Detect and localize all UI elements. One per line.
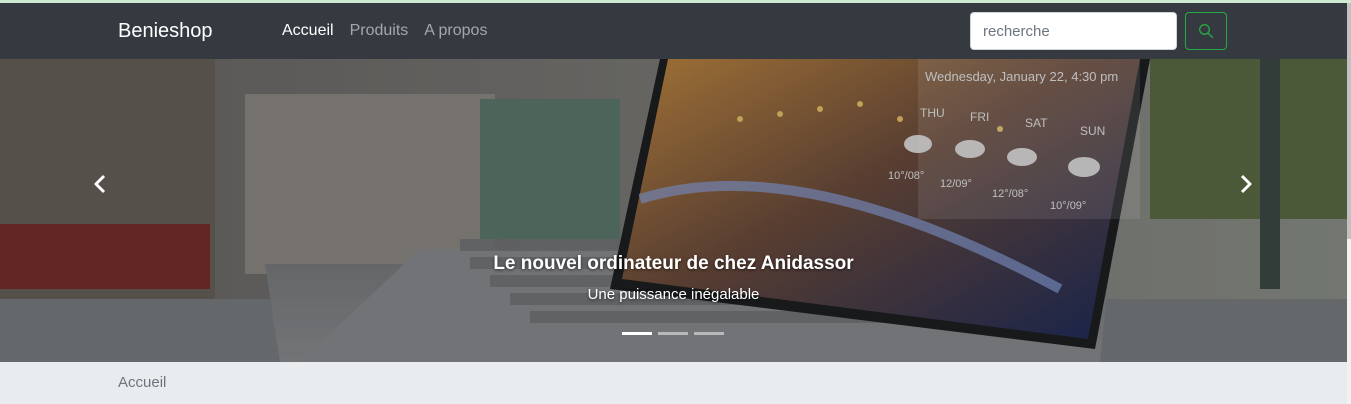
chevron-left-icon <box>94 174 106 194</box>
chevron-right-icon <box>1240 174 1252 194</box>
scrollbar-thumb[interactable] <box>1347 3 1351 239</box>
carousel-indicator-1[interactable] <box>622 332 652 335</box>
carousel-caption-subtitle: Une puissance inégalable <box>587 286 760 303</box>
carousel-slide-image: Wednesday, January 22, 4:30 pm THU FRI S… <box>0 59 1347 362</box>
carousel-indicators <box>622 332 724 335</box>
search-input[interactable] <box>970 12 1177 50</box>
nav-links: Accueil Produits A propos <box>282 22 503 40</box>
carousel-indicator-3[interactable] <box>694 332 724 335</box>
search-button[interactable] <box>1185 12 1227 50</box>
brand-logo[interactable]: Benieshop <box>118 20 213 43</box>
nav-link-produits[interactable]: Produits <box>350 22 409 40</box>
carousel-prev-button[interactable] <box>80 169 120 199</box>
navbar: Benieshop Accueil Produits A propos <box>0 3 1347 59</box>
search-icon <box>1199 24 1214 39</box>
breadcrumb-item-accueil[interactable]: Accueil <box>118 374 166 391</box>
hero-carousel: Wednesday, January 22, 4:30 pm THU FRI S… <box>0 59 1347 362</box>
carousel-indicator-2[interactable] <box>658 332 688 335</box>
carousel-next-button[interactable] <box>1226 169 1266 199</box>
carousel-caption-title: Le nouvel ordinateur de chez Anidassor <box>493 253 854 274</box>
nav-link-accueil[interactable]: Accueil <box>282 22 334 40</box>
breadcrumb: Accueil <box>0 362 1347 404</box>
nav-link-a-propos[interactable]: A propos <box>424 22 487 40</box>
